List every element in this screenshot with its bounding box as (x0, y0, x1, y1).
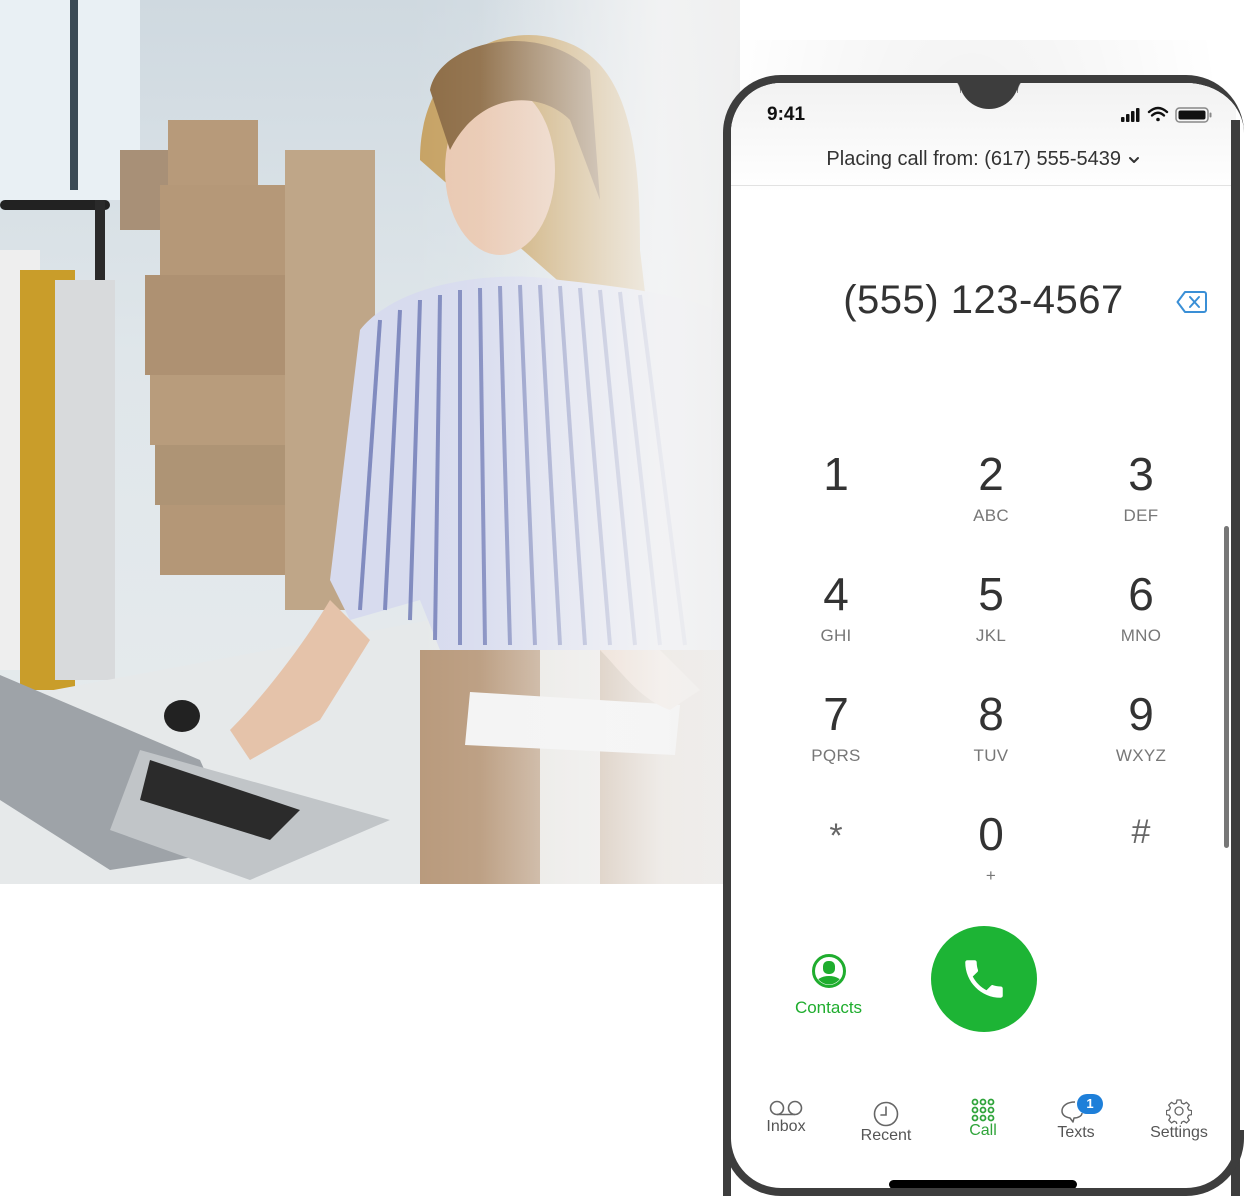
status-icons (1121, 106, 1212, 123)
caller-id-label: Placing call from: (617) 555-5439 (826, 148, 1122, 170)
phone-handset-icon (965, 960, 1003, 998)
wifi-icon (1147, 106, 1169, 122)
key-3[interactable]: 3 DEF (1076, 448, 1206, 558)
key-5[interactable]: 5 JKL (926, 568, 1056, 678)
call-button[interactable] (931, 926, 1037, 1032)
backspace-icon[interactable] (1176, 289, 1208, 315)
keypad-icon (971, 1098, 995, 1122)
unread-badge: 1 (1077, 1094, 1103, 1114)
key-digit: * (829, 817, 843, 855)
key-8[interactable]: 8 TUV (926, 688, 1056, 798)
key-letters: DEF (1123, 506, 1159, 525)
key-4[interactable]: 4 GHI (771, 568, 901, 678)
dialed-number-input[interactable]: (555) 123-4567 (791, 278, 1176, 323)
contacts-label: Contacts (794, 998, 863, 1017)
key-letters: GHI (820, 626, 852, 645)
key-star[interactable]: * (771, 810, 901, 920)
key-digit: 3 (1128, 448, 1154, 500)
hero-photo (0, 0, 740, 884)
key-letters: JKL (975, 626, 1007, 645)
phone-frame-edge (1231, 120, 1240, 1196)
caller-id-selector[interactable]: Placing call from: (617) 555-5439 (731, 148, 1236, 171)
chevron-down-icon (1128, 156, 1139, 163)
key-1[interactable]: 1 (771, 448, 901, 558)
key-2[interactable]: 2 ABC (926, 448, 1056, 558)
contacts-button[interactable]: Contacts (781, 953, 876, 1023)
key-digit: 4 (823, 568, 849, 620)
key-letters: ABC (973, 506, 1009, 525)
key-letters: MNO (1120, 626, 1162, 645)
signal-icon (1121, 108, 1140, 122)
status-time: 9:41 (767, 104, 806, 125)
key-digit: 9 (1128, 688, 1154, 740)
key-digit: 7 (823, 688, 849, 740)
phone-screen: 9:41 Placing call from: (617) 555-5439 (… (731, 83, 1236, 1196)
clock-icon (873, 1101, 899, 1127)
battery-icon (1175, 107, 1212, 123)
key-0[interactable]: 0 + (926, 808, 1056, 918)
key-digit: 2 (978, 448, 1004, 500)
key-digit: 6 (1128, 568, 1154, 620)
gear-icon (1166, 1099, 1192, 1124)
key-letters: PQRS (811, 746, 861, 765)
key-letters: + (985, 866, 997, 885)
key-hash[interactable]: # (1076, 806, 1206, 916)
key-digit: 5 (978, 568, 1004, 620)
key-digit: # (1131, 813, 1151, 851)
key-digit: 1 (823, 448, 849, 500)
voicemail-icon (769, 1100, 803, 1116)
key-digit: 8 (978, 688, 1004, 740)
key-6[interactable]: 6 MNO (1076, 568, 1206, 678)
contact-person-icon (811, 954, 846, 988)
key-letters: TUV (973, 746, 1009, 765)
key-letters: WXYZ (1115, 746, 1167, 765)
key-7[interactable]: 7 PQRS (771, 688, 901, 798)
header-divider (731, 185, 1236, 186)
key-9[interactable]: 9 WXYZ (1076, 688, 1206, 798)
key-digit: 0 (978, 808, 1004, 860)
phone-mockup: 9:41 Placing call from: (617) 555-5439 (… (723, 75, 1244, 1196)
phone-frame-bottom (723, 1130, 1244, 1196)
scrollbar[interactable] (1224, 526, 1229, 848)
